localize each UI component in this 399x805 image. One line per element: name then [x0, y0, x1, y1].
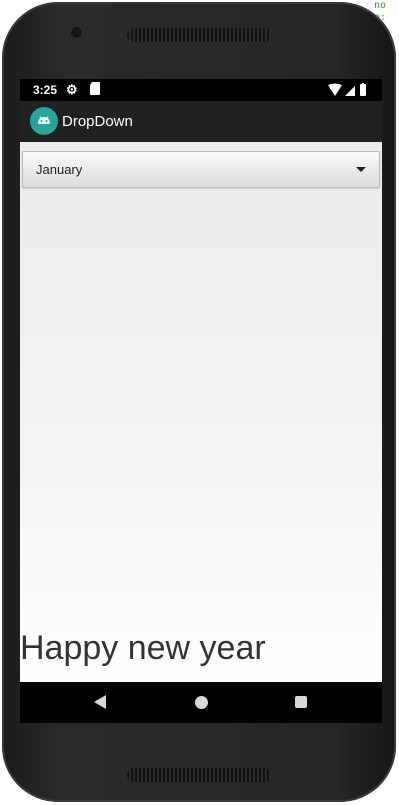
recents-icon[interactable]	[295, 696, 307, 708]
bottom-speaker	[127, 768, 271, 782]
month-dropdown[interactable]: January	[22, 151, 380, 188]
greeting-text: Happy new year	[20, 629, 266, 667]
phone-frame: 3:25 ⚙ DropDown January Happy new year	[2, 2, 396, 802]
top-speaker	[127, 28, 271, 42]
sd-card-icon	[90, 82, 100, 95]
front-camera	[71, 27, 82, 38]
back-icon[interactable]	[94, 695, 106, 709]
android-icon	[30, 107, 58, 135]
gear-icon: ⚙	[66, 82, 78, 97]
app-title: DropDown	[62, 113, 133, 130]
chevron-down-icon[interactable]	[356, 167, 366, 172]
home-icon[interactable]	[195, 696, 208, 709]
main-content: January Happy new year	[20, 142, 382, 682]
status-bar: 3:25 ⚙	[20, 79, 382, 101]
device-screen: 3:25 ⚙ DropDown January Happy new year	[20, 79, 382, 723]
app-bar: DropDown	[20, 101, 382, 142]
navigation-bar	[20, 682, 382, 723]
status-time: 3:25	[33, 83, 58, 97]
dropdown-selected-value: January	[36, 162, 83, 177]
battery-icon	[360, 84, 366, 96]
wifi-icon	[328, 83, 342, 96]
status-indicators	[328, 83, 366, 96]
signal-icon	[345, 86, 355, 96]
